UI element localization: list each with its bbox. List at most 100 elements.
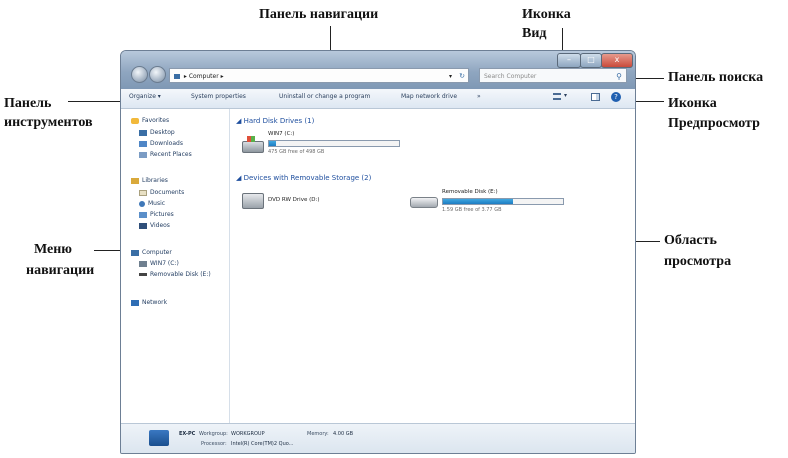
usb-usage-fill <box>443 199 513 204</box>
view-dropdown-icon[interactable]: ▾ <box>564 92 567 99</box>
group-header-removable-storage[interactable]: ◢ Devices with Removable Storage (2) <box>236 174 371 182</box>
computer-icon <box>149 430 169 446</box>
maximize-button[interactable]: □ <box>580 53 602 68</box>
sidebar-item-desktop[interactable]: Desktop <box>139 129 175 136</box>
drive-c-free-space: 475 GB free of 498 GB <box>268 149 325 155</box>
group-label-removable: Devices with Removable Storage (2) <box>243 174 372 182</box>
videos-icon <box>139 222 147 229</box>
sidebar-label-computer: Computer <box>142 249 172 256</box>
sidebar-item-network[interactable]: Network <box>131 299 167 306</box>
drive-item-usb[interactable]: Removable Disk (E:) 1.59 GB free of 3.77… <box>410 189 570 219</box>
organize-button[interactable]: Organize ▾ <box>129 93 161 100</box>
callout-preview-icon-line2: Предпросмотр <box>668 116 760 131</box>
sidebar-item-music[interactable]: Music <box>139 200 165 207</box>
sidebar-item-videos[interactable]: Videos <box>139 222 170 229</box>
address-dropdown-icon[interactable]: ▾ <box>449 69 452 84</box>
callout-search-panel: Панель поиска <box>668 70 764 85</box>
workgroup-value: WORKGROUP <box>231 431 265 437</box>
sidebar-label-desktop: Desktop <box>150 129 175 136</box>
search-input[interactable]: Search Computer ⚲ <box>479 68 627 83</box>
help-icon[interactable]: ? <box>611 92 621 102</box>
explorer-window: ▸ Computer ▸ ▾ ↻ Search Computer ⚲ – □ x… <box>120 50 636 454</box>
drive-c-usage-bar <box>268 140 400 147</box>
uninstall-program-button[interactable]: Uninstall or change a program <box>279 93 370 100</box>
refresh-icon[interactable]: ↻ <box>459 69 465 84</box>
sidebar-item-computer[interactable]: Computer <box>131 249 172 256</box>
callout-toolbar-line1: Панель <box>4 96 52 111</box>
memory-value: 4.00 GB <box>333 431 354 437</box>
view-icon[interactable] <box>553 93 561 100</box>
hard-drive-icon <box>139 260 147 267</box>
callout-line-toolbar <box>68 101 120 102</box>
system-properties-button[interactable]: System properties <box>191 93 246 100</box>
search-placeholder: Search Computer <box>484 73 537 80</box>
usb-free-space: 1.59 GB free of 3.77 GB <box>442 207 502 213</box>
removable-disk-icon <box>139 273 147 276</box>
drive-c-name: WIN7 (C:) <box>268 131 295 137</box>
desktop-icon <box>139 129 147 136</box>
toolbar: Organize ▾ System properties Uninstall o… <box>121 89 635 109</box>
sidebar-label-removable: Removable Disk (E:) <box>150 271 211 278</box>
address-bar[interactable]: ▸ Computer ▸ ▾ ↻ <box>169 68 469 83</box>
forward-button[interactable] <box>149 66 166 83</box>
group-header-hard-disk-drives[interactable]: ◢ Hard Disk Drives (1) <box>236 117 314 125</box>
workgroup-label: Workgroup: <box>199 431 228 437</box>
more-toolbar-button[interactable]: » <box>477 93 481 100</box>
usb-drive-name: Removable Disk (E:) <box>442 189 498 195</box>
hard-drive-icon <box>242 141 264 153</box>
pictures-icon <box>139 211 147 218</box>
callout-view-area-line2: просмотра <box>664 254 732 269</box>
dvd-drive-icon <box>242 193 264 209</box>
callout-navigation-panel: Панель навигации <box>259 7 379 22</box>
callout-nav-menu-line2: навигации <box>26 263 95 278</box>
network-icon <box>131 299 139 306</box>
callout-toolbar-line2: инструментов <box>4 115 93 130</box>
map-network-drive-button[interactable]: Map network drive <box>401 93 457 100</box>
sidebar-item-win7-drive[interactable]: WIN7 (C:) <box>139 260 179 267</box>
sidebar-label-win7: WIN7 (C:) <box>150 260 179 267</box>
usb-usage-bar <box>442 198 564 205</box>
sidebar-label-downloads: Downloads <box>150 140 183 147</box>
pc-name: EX-PC <box>179 431 196 437</box>
minimize-button[interactable]: – <box>557 53 581 68</box>
sidebar-item-pictures[interactable]: Pictures <box>139 211 174 218</box>
search-icon[interactable]: ⚲ <box>616 69 622 84</box>
back-button[interactable] <box>131 66 148 83</box>
sidebar-label-pictures: Pictures <box>150 211 174 218</box>
callout-view-icon-line2: Вид <box>522 26 547 41</box>
processor-value: Intel(R) Core(TM)2 Quo... <box>231 441 294 447</box>
content-area: ◢ Hard Disk Drives (1) WIN7 (C:) 475 GB … <box>230 109 635 423</box>
sidebar-item-documents[interactable]: Documents <box>139 189 184 196</box>
close-button[interactable]: x <box>601 53 633 68</box>
drive-item-c[interactable]: WIN7 (C:) 475 GB free of 498 GB <box>242 131 412 161</box>
sidebar-label-documents: Documents <box>150 189 185 196</box>
callout-nav-menu-line1: Меню <box>34 242 73 257</box>
sidebar-item-favorites[interactable]: Favorites <box>131 117 169 124</box>
sidebar-item-recent-places[interactable]: Recent Places <box>139 151 192 158</box>
music-icon <box>139 200 145 207</box>
sidebar-label-recent: Recent Places <box>150 151 192 158</box>
sidebar-item-removable-disk[interactable]: Removable Disk (E:) <box>139 271 211 278</box>
sidebar-label-libraries: Libraries <box>142 177 168 184</box>
sidebar-item-libraries[interactable]: Libraries <box>131 177 168 184</box>
memory-label: Memory: <box>307 431 329 437</box>
processor-label: Processor: <box>201 441 227 447</box>
recent-places-icon <box>139 151 147 158</box>
computer-icon <box>174 74 180 79</box>
usb-drive-icon <box>410 197 438 208</box>
title-bar: ▸ Computer ▸ ▾ ↻ Search Computer ⚲ – □ x <box>121 51 635 89</box>
downloads-icon <box>139 140 147 147</box>
sidebar-item-downloads[interactable]: Downloads <box>139 140 183 147</box>
star-icon <box>131 117 139 124</box>
windows-logo-icon <box>247 136 255 142</box>
sidebar-label-music: Music <box>148 200 166 207</box>
drive-c-usage-fill <box>269 141 276 146</box>
callout-line-nav-menu <box>94 250 122 251</box>
callout-view-icon-line1: Иконка <box>522 7 571 22</box>
drive-item-dvd[interactable]: DVD RW Drive (D:) <box>242 189 392 219</box>
callout-preview-icon-line1: Иконка <box>668 96 717 111</box>
callout-view-area-line1: Область <box>664 233 717 248</box>
documents-icon <box>139 189 147 196</box>
preview-pane-icon[interactable] <box>591 93 600 101</box>
address-text: ▸ Computer ▸ <box>183 73 224 80</box>
